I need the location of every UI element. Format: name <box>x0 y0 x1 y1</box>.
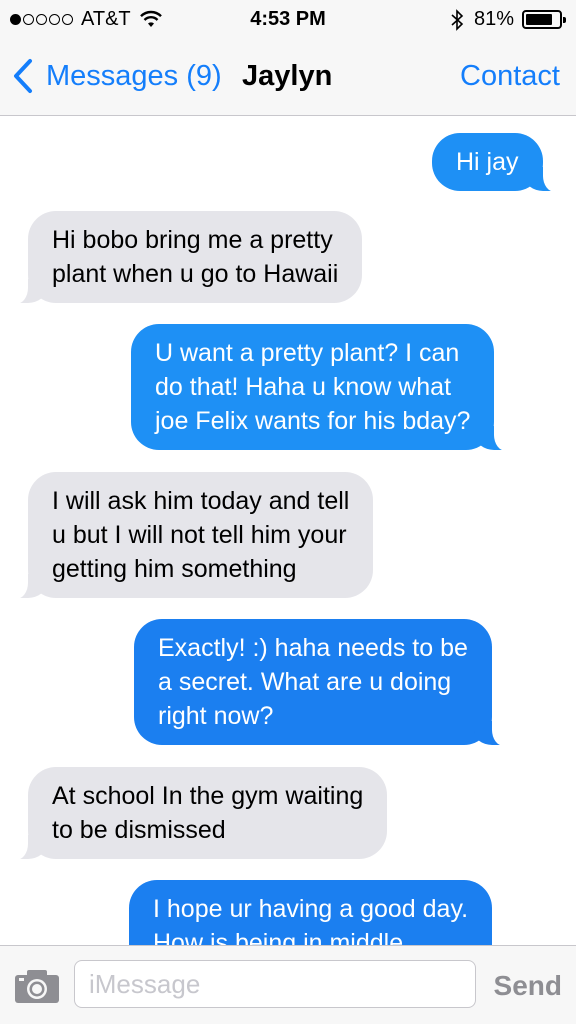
message-line: right now? <box>158 702 274 730</box>
bluetooth-icon <box>451 8 464 31</box>
conversation-title: Jaylyn <box>242 60 333 92</box>
message-bubble-outgoing[interactable]: Exactly! :) haha needs to be a secret. W… <box>134 619 506 746</box>
send-button[interactable]: Send <box>494 970 562 1002</box>
status-right: 81% <box>450 8 566 31</box>
message-input[interactable] <box>74 960 476 1008</box>
compose-bar: Send <box>0 945 576 1024</box>
camera-icon[interactable] <box>14 968 60 1004</box>
message-line: At school In the gym waiting <box>52 782 364 810</box>
message-line: joe Felix wants for his bday? <box>155 407 471 435</box>
message-line: Hi bobo bring me a pretty <box>52 226 333 254</box>
nav-bar: Messages (9) Jaylyn Contact <box>0 38 576 116</box>
message-line: Exactly! :) haha needs to be <box>158 634 468 662</box>
chevron-left-icon <box>14 59 32 93</box>
message-line: How is being in middle <box>153 929 404 945</box>
battery-level <box>526 14 552 25</box>
status-bar: AT&T 4:53 PM 81% <box>0 0 576 38</box>
message-line: to be dismissed <box>52 816 226 844</box>
message-line: do that! Haha u know what <box>155 373 452 401</box>
message-line: I hope ur having a good day. <box>153 895 469 923</box>
message-line: a secret. What are u doing <box>158 668 452 696</box>
message-bubble-outgoing[interactable]: I hope ur having a good day. How is bein… <box>129 880 493 945</box>
message-line: u but I will not tell him your <box>52 521 347 549</box>
message-line: Hi jay <box>456 148 519 176</box>
battery-icon <box>522 10 566 29</box>
back-button[interactable]: Messages (9) <box>12 58 222 94</box>
message-bubble-incoming[interactable]: I will ask him today and tell u but I wi… <box>13 472 374 599</box>
message-bubble-outgoing[interactable]: U want a pretty plant? I can do that! Ha… <box>131 324 509 451</box>
messages-screen: AT&T 4:53 PM 81% Messages (9) Jaylyn Con… <box>0 0 576 1024</box>
back-button-label: Messages (9) <box>46 59 222 92</box>
message-bubble-incoming[interactable]: Hi bobo bring me a pretty plant when u g… <box>13 211 363 304</box>
message-bubble-incoming[interactable]: At school In the gym waiting to be dismi… <box>13 767 388 860</box>
battery-tip <box>563 17 566 23</box>
message-bubble-outgoing[interactable]: Hi jay <box>432 133 556 192</box>
message-line: U want a pretty plant? I can <box>155 339 460 367</box>
message-thread[interactable]: Hi jay Hi bobo bring me a pretty plant w… <box>0 117 576 945</box>
message-line: getting him something <box>52 555 297 583</box>
message-line: I will ask him today and tell <box>52 487 350 515</box>
contact-button[interactable]: Contact <box>460 60 560 93</box>
message-line: plant when u go to Hawaii <box>52 260 339 288</box>
battery-percent: 81% <box>473 8 514 30</box>
